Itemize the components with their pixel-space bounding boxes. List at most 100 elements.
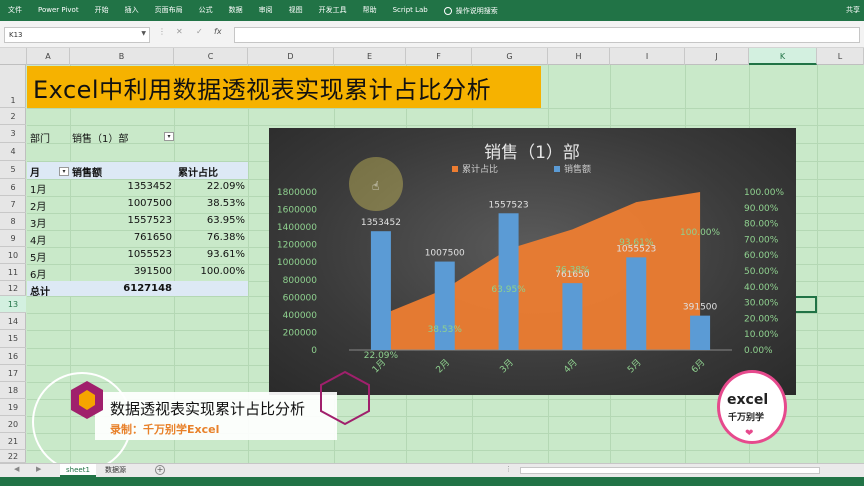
row-header-13[interactable]: 13 xyxy=(0,296,26,313)
pivot-month[interactable]: 3月 xyxy=(30,215,46,230)
row-header-20[interactable]: 20 xyxy=(0,416,26,433)
next-sheet-icon[interactable]: ▶ xyxy=(36,465,41,473)
pivot-month[interactable]: 1月 xyxy=(30,181,46,196)
share-button[interactable]: 共享 xyxy=(846,0,860,21)
ribbon-tab-file[interactable]: 文件 xyxy=(0,0,30,21)
row-header-8[interactable]: 8 xyxy=(0,213,26,230)
column-header-f[interactable]: F xyxy=(406,48,472,65)
column-header-e[interactable]: E xyxy=(334,48,406,65)
pivot-sales[interactable]: 391500 xyxy=(68,266,172,277)
row-header-14[interactable]: 14 xyxy=(0,313,26,330)
pivot-sales[interactable]: 761650 xyxy=(68,232,172,243)
column-header-c[interactable]: C xyxy=(174,48,248,65)
name-box[interactable]: K13 ▼ xyxy=(4,27,150,43)
column-header-g[interactable]: G xyxy=(472,48,548,65)
column-header-j[interactable]: J xyxy=(685,48,749,65)
row-header-12[interactable]: 12 xyxy=(0,281,26,296)
pivot-month[interactable]: 2月 xyxy=(30,198,46,213)
column-header-b[interactable]: B xyxy=(70,48,174,65)
column-header-i[interactable]: I xyxy=(610,48,685,65)
ribbon-tab-data[interactable]: 数据 xyxy=(221,0,251,21)
column-header-k[interactable]: K xyxy=(749,48,817,65)
pivot-sales[interactable]: 1353452 xyxy=(68,181,172,192)
ribbon-tab-help[interactable]: 帮助 xyxy=(355,0,385,21)
enter-icon[interactable]: ✓ xyxy=(196,27,203,36)
sheet-tab-data-source[interactable]: 数据源 xyxy=(99,464,132,477)
column-header-a[interactable]: A xyxy=(27,48,70,65)
ribbon-tab-page-layout[interactable]: 页面布局 xyxy=(147,0,191,21)
row-header-5[interactable]: 5 xyxy=(0,161,26,179)
row-header-2[interactable]: 2 xyxy=(0,108,26,125)
heart-icon: ❤ xyxy=(745,428,754,439)
ribbon-tab-review[interactable]: 审阅 xyxy=(251,0,281,21)
column-header-l[interactable]: L xyxy=(817,48,864,65)
row-header-17[interactable]: 17 xyxy=(0,365,26,382)
row-header-6[interactable]: 6 xyxy=(0,179,26,196)
pivot-filter-value[interactable]: 销售（1）部 xyxy=(72,130,128,145)
pivot-total-value[interactable]: 6127148 xyxy=(68,283,172,294)
tell-me-search[interactable]: 操作说明搜索 xyxy=(443,6,498,16)
column-header-d[interactable]: D xyxy=(248,48,334,65)
page-title: Excel中利用数据透视表实现累计占比分析 xyxy=(33,76,492,104)
ribbon-tab-home[interactable]: 开始 xyxy=(87,0,117,21)
cursor-hand-icon: ☝ xyxy=(372,179,379,193)
pivot-cumulative[interactable]: 38.53% xyxy=(175,198,245,209)
row-header-21[interactable]: 21 xyxy=(0,433,26,450)
filter-icon[interactable]: ▾ xyxy=(164,132,174,141)
chevron-down-icon[interactable]: ▼ xyxy=(141,30,146,37)
formula-input[interactable] xyxy=(234,27,860,43)
more-options-icon[interactable]: ⋮ xyxy=(158,27,166,36)
pivot-month[interactable]: 4月 xyxy=(30,232,46,247)
pivot-cumulative[interactable]: 63.95% xyxy=(175,215,245,226)
pivot-cumulative[interactable]: 93.61% xyxy=(175,249,245,260)
row-header-1[interactable]: 1 xyxy=(0,65,26,108)
row-header-15[interactable]: 15 xyxy=(0,330,26,348)
row-header-22[interactable]: 22 xyxy=(0,450,26,463)
add-sheet-icon[interactable]: + xyxy=(155,465,165,475)
row-filter-dropdown-icon[interactable]: ▾ xyxy=(59,167,69,176)
pivot-cumulative[interactable]: 76.38% xyxy=(175,232,245,243)
pivot-sales[interactable]: 1557523 xyxy=(68,215,172,226)
hexagon-icon xyxy=(71,381,103,419)
cancel-icon[interactable]: ✕ xyxy=(176,27,183,36)
ribbon-tab-script-lab[interactable]: Script Lab xyxy=(385,0,436,21)
combo-chart[interactable]: 销售（1）部 累计占比 销售额 1353452 22.09% 1月 1007500 38.53… xyxy=(269,128,796,395)
ribbon-tab-insert[interactable]: 插入 xyxy=(117,0,147,21)
column-header-h[interactable]: H xyxy=(548,48,610,65)
row-header-18[interactable]: 18 xyxy=(0,382,26,399)
tab-split-handle[interactable]: ⋮ xyxy=(505,465,512,473)
ribbon-tab-view[interactable]: 视图 xyxy=(281,0,311,21)
pivot-sales[interactable]: 1055523 xyxy=(68,249,172,260)
pivot-cumulative[interactable]: 22.09% xyxy=(175,181,245,192)
y-left-tick-label: 1600000 xyxy=(277,206,317,216)
insert-function-icon[interactable]: fx xyxy=(214,27,222,36)
logo-text-brand: 千万别学 xyxy=(728,413,765,423)
ribbon-tab-formulas[interactable]: 公式 xyxy=(191,0,221,21)
row-header-11[interactable]: 11 xyxy=(0,264,26,281)
row-header-7[interactable]: 7 xyxy=(0,196,26,213)
row-header-19[interactable]: 19 xyxy=(0,399,26,416)
y-left-tick-label: 1200000 xyxy=(277,241,317,251)
y-left-tick-label: 600000 xyxy=(283,293,318,303)
y-left-tick-label: 0 xyxy=(311,346,317,356)
prev-sheet-icon[interactable]: ◀ xyxy=(14,465,19,473)
overlay-subtitle: 录制：千万别学Excel xyxy=(110,423,220,436)
pivot-month[interactable]: 5月 xyxy=(30,249,46,264)
select-all-corner[interactable] xyxy=(0,48,27,65)
name-box-value: K13 xyxy=(9,31,23,39)
ribbon-tab-developer[interactable]: 开发工具 xyxy=(311,0,355,21)
row-header-4[interactable]: 4 xyxy=(0,143,26,161)
pivot-total-label[interactable]: 总计 xyxy=(30,283,50,298)
row-header-16[interactable]: 16 xyxy=(0,348,26,365)
pivot-cumulative[interactable]: 100.00% xyxy=(175,266,246,277)
sheet-tab-sheet1[interactable]: sheet1 xyxy=(60,464,96,477)
pivot-month[interactable]: 6月 xyxy=(30,266,46,281)
row-header-10[interactable]: 10 xyxy=(0,247,26,264)
ribbon-tab-power-pivot[interactable]: Power Pivot xyxy=(30,0,87,21)
row-header-3[interactable]: 3 xyxy=(0,125,26,143)
pivot-sales[interactable]: 1007500 xyxy=(68,198,172,209)
column-headers: A B C D E F G H I J K L xyxy=(0,48,864,65)
sales-bar xyxy=(562,283,583,350)
row-header-9[interactable]: 9 xyxy=(0,230,26,247)
horizontal-scrollbar[interactable] xyxy=(520,467,820,474)
